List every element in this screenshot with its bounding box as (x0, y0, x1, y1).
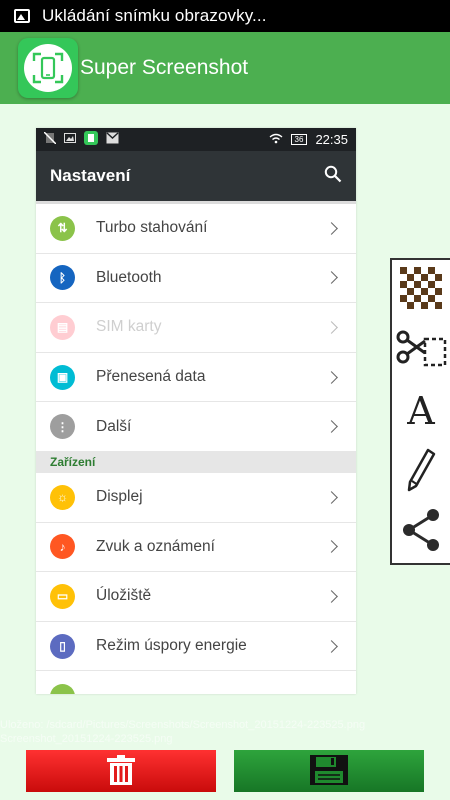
list-item-label: SIM karty (96, 318, 162, 336)
list-item-battery-saver[interactable]: ▯ Režim úspory energie (36, 622, 356, 672)
no-sim-icon (43, 131, 57, 147)
list-item-partial (36, 671, 356, 694)
list-item-storage[interactable]: ▭ Úložiště (36, 572, 356, 622)
preview-status-bar: 36 22:35 (36, 128, 356, 151)
storage-icon: ▭ (50, 583, 75, 609)
list-item-sound[interactable]: ♪ Zvuk a oznámení (36, 523, 356, 573)
pencil-icon (406, 448, 436, 497)
preview-clock: 22:35 (315, 132, 348, 147)
app-logo-icon (18, 38, 78, 98)
settings-list: ⇅ Turbo stahování ᛒ Bluetooth ▤ SIM kart… (36, 201, 356, 694)
mosaic-icon (400, 266, 442, 314)
battery-icon: 36 (290, 134, 308, 145)
preview-toolbar: Nastavení (36, 151, 356, 201)
chevron-right-icon (325, 271, 338, 285)
chevron-right-icon (325, 639, 338, 653)
chevron-right-icon (325, 221, 338, 235)
mosaic-tool[interactable] (392, 260, 450, 321)
mail-icon (106, 132, 119, 147)
app-icon (50, 683, 75, 694)
trash-icon (107, 754, 135, 788)
display-icon: ☼ (50, 484, 75, 510)
crop-icon (395, 327, 447, 374)
crop-tool[interactable] (392, 321, 450, 382)
chevron-right-icon (325, 590, 338, 603)
edit-tools-panel: A (390, 258, 450, 565)
list-item-data[interactable]: ▣ Přenesená data (36, 353, 356, 403)
search-icon[interactable] (324, 165, 342, 188)
chevron-right-icon (325, 540, 338, 554)
image-icon (64, 132, 76, 147)
more-icon: ⋮ (50, 414, 75, 440)
list-item-label: Displej (96, 488, 143, 506)
save-path-line: Uloženo: /sdcard/Pictures/Screenshots/Sc… (0, 719, 366, 731)
text-tool[interactable]: A (392, 381, 450, 442)
chevron-right-icon (325, 321, 338, 334)
screenshot-app-icon (84, 131, 98, 148)
list-item-turbo[interactable]: ⇅ Turbo stahování (36, 204, 356, 254)
app-bar: Super Screenshot (0, 32, 450, 104)
share-icon (401, 508, 441, 557)
bell-icon: ♪ (50, 534, 75, 560)
chevron-right-icon (325, 370, 338, 384)
list-item-label: Úložiště (96, 587, 152, 605)
image-notification-icon (14, 9, 30, 23)
wifi-icon (269, 133, 283, 147)
section-header: Zařízení (36, 451, 356, 473)
save-button[interactable] (234, 750, 424, 792)
preview-title: Nastavení (50, 166, 131, 185)
turbo-download-icon: ⇅ (50, 215, 75, 241)
sim-card-icon: ▤ (50, 314, 75, 340)
list-item-more[interactable]: ⋮ Další (36, 402, 356, 452)
notification-text: Ukládání snímku obrazovky... (42, 6, 267, 25)
data-usage-icon: ▣ (50, 364, 75, 390)
floppy-disk-icon (310, 754, 348, 788)
list-item-label: Turbo stahování (96, 219, 208, 237)
list-item-display[interactable]: ☼ Displej (36, 473, 356, 523)
list-item-label: Přenesená data (96, 368, 206, 386)
list-item-label: Zvuk a oznámení (96, 537, 215, 555)
battery-saver-icon: ▯ (50, 633, 75, 659)
status-bar: Ukládání snímku obrazovky... (0, 0, 450, 32)
list-item-label: Režim úspory energie (96, 637, 247, 655)
save-filename-line: Screenshot_20151224-223525.png (0, 733, 173, 745)
app-title: Super Screenshot (80, 56, 249, 79)
list-item-bluetooth[interactable]: ᛒ Bluetooth (36, 254, 356, 304)
share-tool[interactable] (392, 502, 450, 563)
text-icon: A (407, 389, 435, 434)
chevron-right-icon (325, 490, 338, 504)
draw-tool[interactable] (392, 442, 450, 503)
bluetooth-icon: ᛒ (50, 265, 75, 291)
chevron-right-icon (325, 420, 338, 434)
list-item-label: Další (96, 417, 132, 435)
list-item-sim[interactable]: ▤ SIM karty (36, 303, 356, 353)
screenshot-preview[interactable]: 36 22:35 Nastavení ⇅ Turbo stahování ᛒ B… (36, 128, 356, 694)
save-path-text: Uloženo: /sdcard/Pictures/Screenshots/Sc… (0, 718, 450, 746)
list-item-label: Bluetooth (96, 268, 162, 286)
delete-button[interactable] (26, 750, 216, 792)
